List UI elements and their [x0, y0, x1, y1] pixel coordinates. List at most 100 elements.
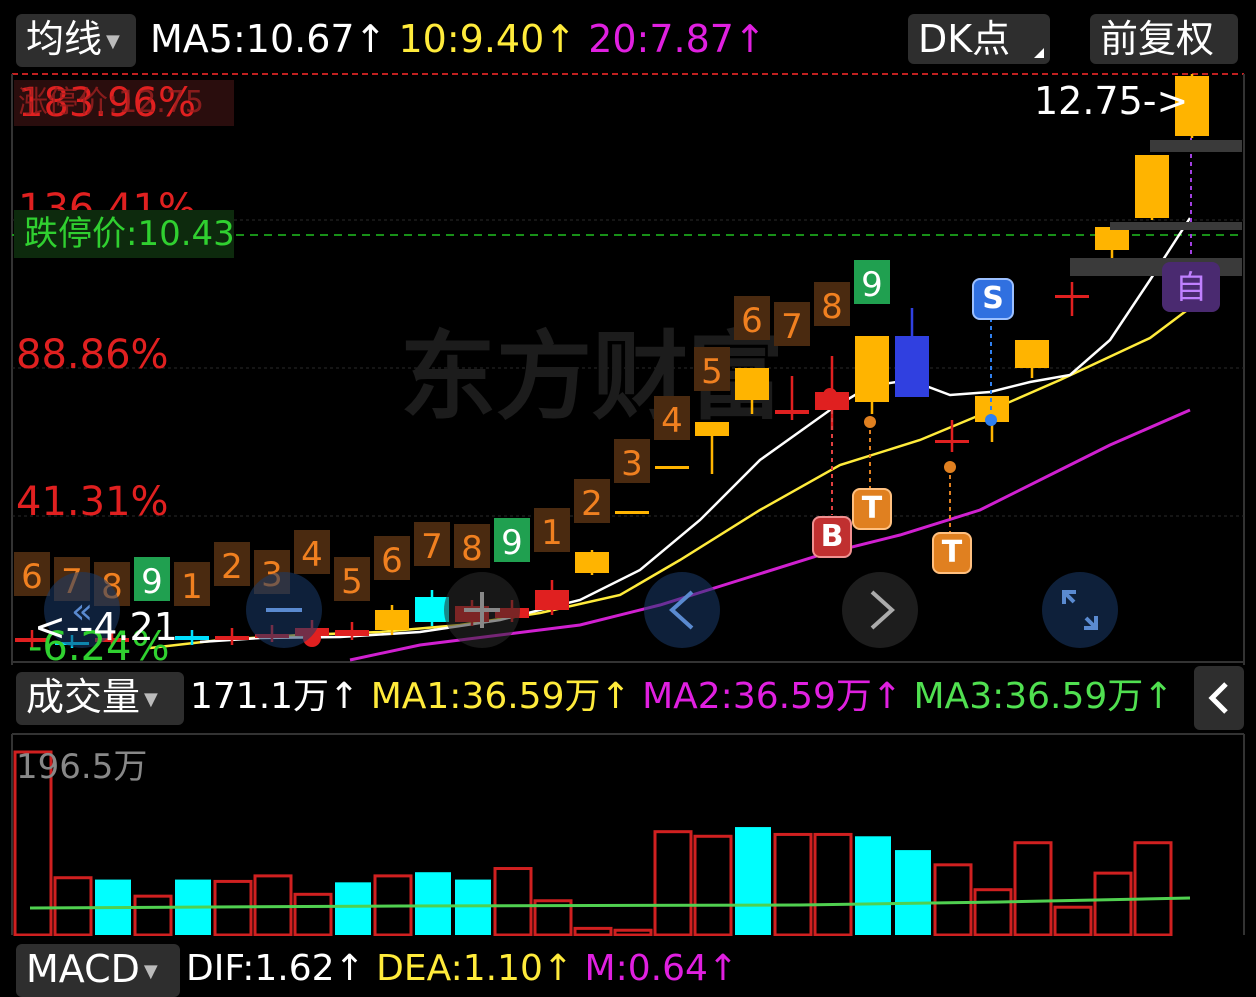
nav-prev-button[interactable]	[644, 572, 720, 648]
vol-ma2: MA2:36.59万↑	[642, 676, 903, 717]
volume-bar	[933, 863, 973, 936]
high-price-arrow: 12.75->	[1034, 79, 1189, 123]
td-count: 6	[741, 301, 763, 341]
t-badge-2[interactable]: T	[932, 532, 972, 574]
volume-bar	[855, 836, 891, 935]
volume-chart[interactable]	[0, 730, 1256, 936]
s-badge[interactable]: S	[972, 278, 1014, 320]
t-badge-label: T	[861, 491, 883, 526]
nav-next-button[interactable]	[842, 572, 918, 648]
candle-body	[855, 336, 889, 402]
ma5-value: MA5:10.67↑	[150, 17, 387, 61]
macd-m: M:0.64↑	[584, 948, 739, 989]
s-badge-label: S	[982, 281, 1004, 316]
dk-point-label: DK点	[918, 17, 1011, 61]
candle-body	[775, 410, 809, 414]
td-count: 2	[581, 484, 603, 524]
low-price-arrow: <--4.21	[34, 605, 178, 649]
candle-body	[695, 422, 729, 436]
volume-bar	[415, 872, 451, 935]
td-counts: 6789123456789123456789	[14, 260, 890, 607]
td-count: 9	[861, 265, 883, 305]
dropdown-caret-icon: ▼	[106, 30, 120, 52]
candle-body	[1055, 295, 1089, 298]
td-count: 6	[381, 541, 403, 581]
volume-bar	[653, 830, 693, 936]
limit-up-price: 涨停价:12.75	[18, 85, 204, 120]
pct-41: 41.31%	[16, 479, 169, 525]
td-count: 4	[301, 535, 323, 575]
volume-bar	[335, 882, 371, 935]
dropdown-caret-icon: ▼	[143, 960, 158, 982]
dropdown-caret-icon: ▼	[144, 688, 158, 710]
volume-bar	[973, 888, 1013, 936]
volume-bar	[1013, 841, 1053, 936]
ma20-value: 20:7.87↑	[588, 17, 766, 61]
zoom-in-button[interactable]	[444, 572, 520, 648]
macd-legend: DIF:1.62↑ DEA:1.10↑ M:0.64↑	[186, 944, 738, 994]
indicator-label: 均线	[26, 17, 103, 61]
volume-bar	[493, 867, 533, 936]
volume-value: 171.1万↑	[190, 676, 360, 717]
zoom-out-button[interactable]	[246, 572, 322, 648]
adjust-button[interactable]: 前复权	[1090, 14, 1238, 64]
candle-body	[175, 636, 209, 640]
t-badge-1[interactable]: T	[852, 488, 892, 530]
vol-ma3: MA3:36.59万↑	[913, 676, 1174, 717]
volume-bar	[773, 832, 813, 936]
td-count: 5	[341, 562, 363, 602]
candle-body	[615, 511, 649, 514]
volume-bar	[1093, 871, 1133, 936]
macd-label: MACD	[26, 947, 140, 991]
limit-down-price: 跌停价:10.43	[24, 214, 235, 254]
td-count: 9	[141, 562, 163, 602]
corner-triangle-icon	[1034, 48, 1044, 58]
collapse-panel-button[interactable]	[1194, 666, 1244, 730]
minus-icon	[266, 608, 302, 612]
zi-badge-label: 自	[1174, 268, 1207, 306]
zi-badge[interactable]: 自	[1162, 262, 1220, 312]
fullscreen-button[interactable]	[1042, 572, 1118, 648]
candle-body	[415, 597, 449, 622]
td-count: 6	[21, 557, 43, 597]
volume-bar	[133, 894, 173, 936]
volume-label: 成交量	[26, 675, 141, 719]
candle-body	[575, 552, 609, 573]
td-count: 7	[421, 527, 443, 567]
indicator-dropdown[interactable]: 均线 ▼	[16, 14, 136, 67]
candle-body	[335, 630, 369, 636]
volume-bar	[693, 834, 733, 936]
dk-point-button[interactable]: DK点	[908, 14, 1050, 64]
volume-bar	[735, 827, 771, 935]
chevron-left-icon	[1208, 682, 1228, 714]
td-count: 7	[781, 307, 803, 347]
candle-body	[1015, 340, 1049, 368]
candle-body	[895, 336, 929, 397]
volume-bar	[293, 892, 333, 936]
macd-dropdown[interactable]: MACD ▼	[16, 944, 180, 997]
b-badge[interactable]: B	[812, 516, 852, 558]
macd-dea: DEA:1.10↑	[376, 948, 574, 989]
vol-ma1: MA1:36.59万↑	[370, 676, 631, 717]
td-count: 2	[221, 547, 243, 587]
volume-bar	[895, 850, 931, 935]
candle-body	[935, 440, 969, 443]
adjust-label: 前复权	[1100, 17, 1215, 61]
volume-bar	[573, 926, 613, 936]
td-count: 3	[621, 444, 643, 484]
volume-legend: 171.1万↑ MA1:36.59万↑ MA2:36.59万↑ MA3:36.5…	[190, 672, 1173, 722]
volume-dropdown[interactable]: 成交量 ▼	[16, 672, 184, 725]
candle-body	[1135, 155, 1169, 218]
td-count: 9	[501, 523, 523, 563]
volume-max-label: 196.5万	[16, 747, 148, 787]
td-count: 8	[821, 287, 843, 327]
price-chart[interactable]: 东方财富 6789123456789123456789 «	[0, 70, 1256, 670]
candle-body	[655, 466, 689, 469]
candle-body	[535, 590, 569, 610]
candle-body	[735, 368, 769, 400]
ma10-value: 10:9.40↑	[398, 17, 577, 61]
td-count: 1	[181, 567, 203, 607]
volume-bar	[1133, 841, 1173, 936]
td-count: 1	[541, 513, 563, 553]
ma-legend: MA5:10.67↑ 10:9.40↑ 20:7.87↑	[150, 14, 766, 64]
